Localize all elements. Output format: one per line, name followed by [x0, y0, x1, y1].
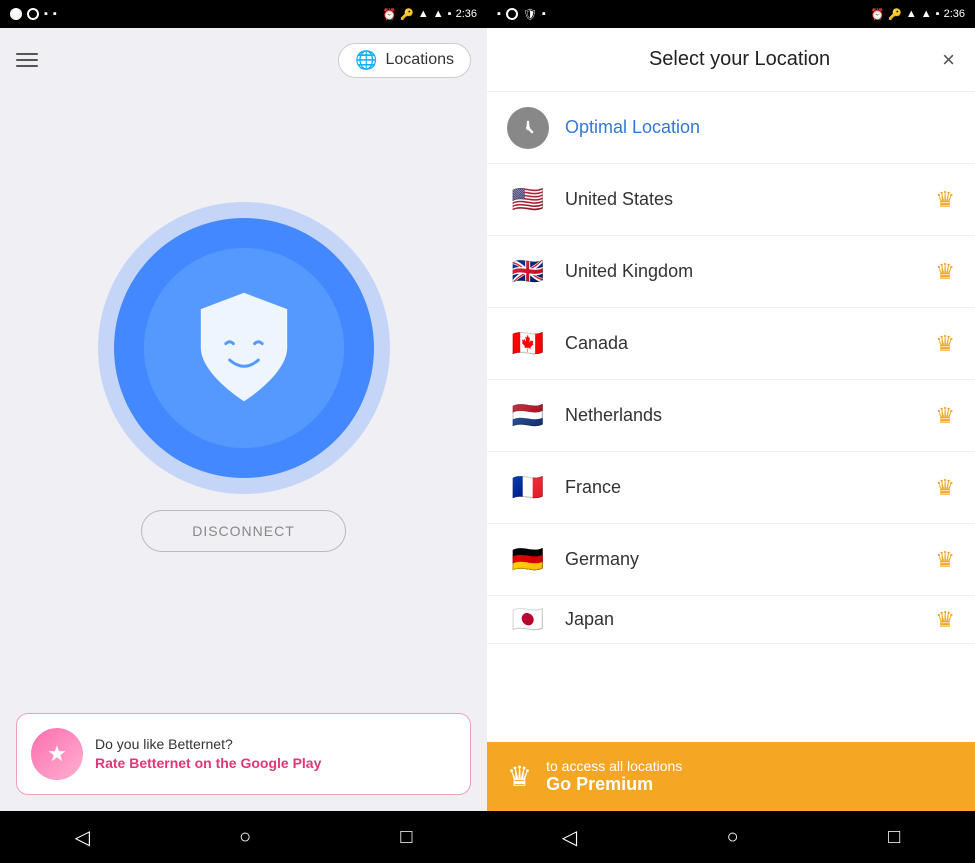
right-status-icon2: 🛡 [523, 8, 537, 21]
right-back-button[interactable]: ◁ [562, 825, 577, 850]
home-button[interactable]: ○ [239, 826, 251, 849]
location-item-fr[interactable]: 🇫🇷 France ♛ [487, 452, 975, 524]
hamburger-line-3 [16, 65, 38, 67]
globe-icon: 🌐 [355, 50, 377, 71]
rating-icon: ★ [31, 728, 83, 780]
location-name-fr: France [565, 477, 935, 498]
premium-text: to access all locations Go Premium [546, 758, 682, 795]
locations-button[interactable]: 🌐 Locations [338, 43, 471, 78]
hamburger-menu[interactable] [16, 53, 38, 67]
location-item-ca[interactable]: 🇨🇦 Canada ♛ [487, 308, 975, 380]
location-item-uk[interactable]: 🇬🇧 United Kingdom ♛ [487, 236, 975, 308]
rating-banner[interactable]: ★ Do you like Betternet? Rate Betternet … [16, 713, 471, 795]
left-status-bar: ▪ ▪ ⏰ 🔑 ▲ ▲ ▪ 2:36 [0, 0, 487, 28]
right-status-icon1: ▪ [497, 8, 501, 20]
vpn-status-area: DISCONNECT [0, 92, 487, 697]
optimal-icon [507, 107, 549, 149]
right-status-key: 🔑 [888, 8, 902, 21]
right-bottom-nav: ◁ ○ □ [487, 811, 975, 863]
right-home-button[interactable]: ○ [727, 826, 739, 849]
location-header: Select your Location × [487, 28, 975, 92]
right-status-signal: ▲ [921, 8, 932, 20]
close-button[interactable]: × [942, 47, 955, 73]
optimal-svg [516, 116, 540, 140]
flag-nl: 🇳🇱 [507, 395, 549, 437]
status-dot-2 [27, 8, 39, 20]
location-name-de: Germany [565, 549, 935, 570]
status-icon-image: ▪ [44, 8, 48, 20]
crown-ca: ♛ [935, 331, 955, 357]
location-name-uk: United Kingdom [565, 261, 935, 282]
location-header-title: Select your Location [537, 48, 942, 71]
crown-fr: ♛ [935, 475, 955, 501]
right-status-time: 2:36 [944, 8, 965, 20]
status-key: 🔑 [400, 8, 414, 21]
outer-circle[interactable] [114, 218, 374, 478]
rating-title: Do you like Betternet? [95, 736, 321, 752]
location-name-jp: Japan [565, 609, 935, 630]
status-wifi: ▲ [418, 8, 429, 20]
status-dot-1 [10, 8, 22, 20]
location-name-ca: Canada [565, 333, 935, 354]
status-bar-right: ⏰ 🔑 ▲ ▲ ▪ 2:36 [382, 8, 477, 21]
crown-de: ♛ [935, 547, 955, 573]
premium-crown-icon: ♛ [507, 760, 532, 793]
left-bottom-nav: ◁ ○ □ [0, 811, 487, 863]
location-list: Optimal Location 🇺🇸 United States ♛ 🇬🇧 U… [487, 92, 975, 742]
location-item-optimal[interactable]: Optimal Location [487, 92, 975, 164]
crown-jp: ♛ [935, 607, 955, 633]
flag-fr: 🇫🇷 [507, 467, 549, 509]
back-button[interactable]: ◁ [75, 825, 90, 850]
rating-text: Do you like Betternet? Rate Betternet on… [95, 736, 321, 772]
crown-us: ♛ [935, 187, 955, 213]
disconnect-button[interactable]: DISCONNECT [141, 510, 346, 552]
right-status-left: ▪ 🛡 ▪ [497, 8, 546, 21]
right-panel: ▪ 🛡 ▪ ⏰ 🔑 ▲ ▲ ▪ 2:36 Select your Locatio… [487, 0, 975, 863]
locations-button-label: Locations [386, 51, 455, 69]
flag-de: 🇩🇪 [507, 539, 549, 581]
location-item-jp[interactable]: 🇯🇵 Japan ♛ [487, 596, 975, 644]
right-status-icon3: ▪ [542, 8, 546, 20]
premium-subtitle: to access all locations [546, 758, 682, 774]
hamburger-line-1 [16, 53, 38, 55]
status-indicators-left: ▪ ▪ [10, 8, 57, 20]
location-name-optimal: Optimal Location [565, 117, 955, 138]
top-nav: 🌐 Locations [0, 28, 487, 92]
inner-circle [144, 248, 344, 448]
right-status-right: ⏰ 🔑 ▲ ▲ ▪ 2:36 [870, 8, 965, 21]
flag-uk: 🇬🇧 [507, 251, 549, 293]
right-status-dot [506, 8, 518, 20]
location-item-nl[interactable]: 🇳🇱 Netherlands ♛ [487, 380, 975, 452]
status-battery: ▪ [448, 8, 452, 20]
status-icon-bag: ▪ [53, 8, 57, 20]
status-signal: ▲ [433, 8, 444, 20]
flag-us: 🇺🇸 [507, 179, 549, 221]
premium-banner[interactable]: ♛ to access all locations Go Premium [487, 742, 975, 811]
flag-ca: 🇨🇦 [507, 323, 549, 365]
right-recent-button[interactable]: □ [888, 826, 900, 849]
premium-title: Go Premium [546, 774, 682, 795]
crown-uk: ♛ [935, 259, 955, 285]
recent-button[interactable]: □ [400, 826, 412, 849]
left-panel: ▪ ▪ ⏰ 🔑 ▲ ▲ ▪ 2:36 🌐 Locations [0, 0, 487, 863]
location-name-us: United States [565, 189, 935, 210]
right-status-battery: ▪ [936, 8, 940, 20]
right-status-wifi: ▲ [906, 8, 917, 20]
location-item-de[interactable]: 🇩🇪 Germany ♛ [487, 524, 975, 596]
crown-nl: ♛ [935, 403, 955, 429]
status-time: 2:36 [456, 8, 477, 20]
hamburger-line-2 [16, 59, 38, 61]
rating-link[interactable]: Rate Betternet on the Google Play [95, 754, 321, 772]
status-alarm: ⏰ [382, 8, 396, 21]
right-status-alarm: ⏰ [870, 8, 884, 21]
flag-jp: 🇯🇵 [507, 599, 549, 641]
right-status-bar: ▪ 🛡 ▪ ⏰ 🔑 ▲ ▲ ▪ 2:36 [487, 0, 975, 28]
location-name-nl: Netherlands [565, 405, 935, 426]
shield-svg [189, 288, 299, 408]
location-item-us[interactable]: 🇺🇸 United States ♛ [487, 164, 975, 236]
shield-face [189, 288, 299, 408]
